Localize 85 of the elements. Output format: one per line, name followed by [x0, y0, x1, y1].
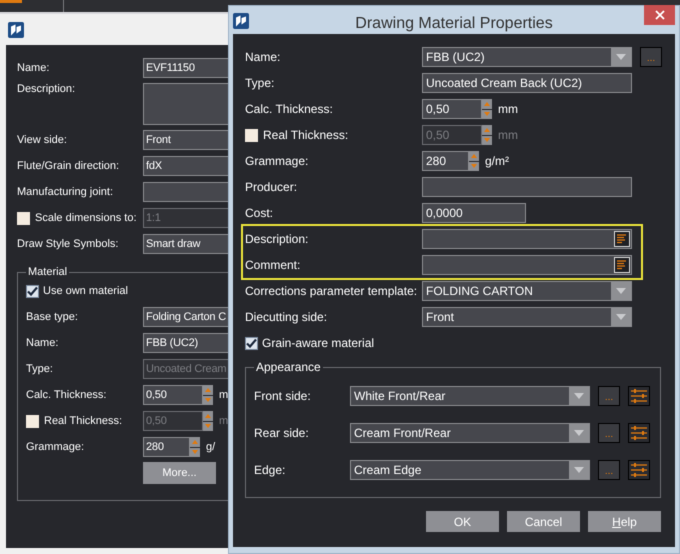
text-field[interactable]: [422, 177, 632, 197]
unit-label: m: [219, 389, 228, 401]
field-label: Diecutting side:: [245, 310, 328, 324]
dropdown[interactable]: [143, 182, 228, 202]
unit-label: g/m²: [485, 154, 509, 168]
sliders-button[interactable]: [628, 460, 650, 480]
spin-field[interactable]: 280: [422, 151, 469, 171]
field-label: Name:: [245, 50, 280, 64]
checkbox[interactable]: [245, 336, 258, 350]
sliders-icon: [630, 424, 648, 440]
checkbox-label: Grain-aware material: [262, 336, 374, 350]
spin-down-button[interactable]: [190, 448, 200, 457]
field-label: Calc. Thickness:: [245, 102, 333, 116]
dropdown[interactable]: Front: [422, 307, 632, 327]
sliders-icon: [630, 388, 648, 404]
field-label: Real Thickness:: [44, 415, 122, 427]
dropdown[interactable]: Cream Edge: [350, 460, 590, 480]
sliders-icon: [630, 462, 648, 478]
dropdown[interactable]: FOLDING CARTON: [422, 281, 632, 301]
browse-button[interactable]: ...: [598, 460, 620, 480]
spin-down-button[interactable]: [203, 396, 213, 405]
close-button[interactable]: [644, 5, 675, 25]
spin-field[interactable]: 0,50: [143, 385, 203, 405]
field-label: Description:: [245, 232, 308, 246]
text-field[interactable]: 0,0000: [422, 203, 526, 223]
field-label: View side:: [17, 134, 67, 146]
dropdown[interactable]: Folding Carton C: [143, 307, 228, 327]
field-label: Manufacturing joint:: [17, 186, 113, 198]
field-label: Comment:: [245, 258, 300, 272]
field-label: Name:: [26, 337, 58, 349]
spin-down-button[interactable]: [469, 162, 479, 171]
field-label: Front side:: [254, 388, 311, 402]
spin-down-button[interactable]: [482, 110, 492, 119]
field-label: Grammage:: [26, 441, 84, 453]
field-label: Scale dimensions to:: [35, 212, 136, 224]
spin-down-button[interactable]: [482, 136, 492, 145]
field-label: Real Thickness:: [263, 128, 348, 142]
field-label: Type:: [245, 76, 274, 90]
field-label: Name:: [17, 62, 50, 74]
dropdown[interactable]: Smart draw: [143, 234, 228, 254]
sliders-button[interactable]: [628, 422, 650, 442]
dropdown[interactable]: FBB (UC2): [143, 333, 228, 353]
browse-button[interactable]: ...: [640, 47, 662, 67]
dropdown[interactable]: Cream Front/Rear: [350, 422, 590, 442]
field-label: Edge:: [254, 462, 286, 476]
field-label: Description:: [17, 83, 76, 95]
field-label: Flute/Grain direction:: [17, 160, 120, 172]
app-logo-icon: [233, 13, 249, 29]
spin-field[interactable]: 280: [143, 437, 190, 457]
field-label: Cost:: [245, 206, 274, 220]
text-field[interactable]: [422, 255, 632, 275]
text-field[interactable]: Uncoated Cream Back (UC2): [422, 73, 632, 93]
field-label: Type:: [26, 363, 53, 375]
unit-label: mm: [498, 102, 518, 116]
window-title: Drawing Material Properties: [355, 15, 553, 33]
field-label: Producer:: [245, 180, 298, 194]
field-label: Calc. Thickness:: [26, 389, 106, 401]
unit-label: m: [219, 415, 228, 427]
field-label: Corrections parameter template:: [245, 284, 418, 298]
unit-label: g/: [206, 441, 216, 453]
dropdown[interactable]: Front: [143, 130, 228, 150]
close-icon: [654, 10, 664, 20]
spin-field[interactable]: 0,50: [422, 99, 482, 119]
field-label: Base type:: [26, 311, 78, 323]
text-field[interactable]: [422, 229, 632, 249]
checkbox[interactable]: [26, 284, 39, 298]
browse-button[interactable]: ...: [598, 386, 620, 406]
app-logo-icon: [8, 22, 24, 38]
sliders-button[interactable]: [628, 386, 650, 406]
dropdown[interactable]: FBB (UC2): [422, 47, 632, 67]
text-area[interactable]: [143, 83, 228, 125]
note-icon[interactable]: [614, 231, 630, 247]
note-icon[interactable]: [614, 257, 630, 273]
group-title: Material: [27, 266, 68, 278]
text-field[interactable]: EVF11150: [143, 58, 228, 78]
dropdown[interactable]: White Front/Rear: [350, 386, 590, 406]
unit-label: mm: [498, 128, 518, 142]
field-label: Draw Style Symbols:: [17, 238, 118, 250]
field-label: Grammage:: [245, 154, 308, 168]
spin-down-button[interactable]: [203, 422, 213, 431]
browse-button[interactable]: ...: [598, 422, 620, 442]
field-label: Rear side:: [254, 426, 309, 440]
checkbox-label: Use own material: [43, 285, 128, 297]
dropdown[interactable]: fdX: [143, 156, 228, 176]
group-title: Appearance: [255, 360, 322, 374]
